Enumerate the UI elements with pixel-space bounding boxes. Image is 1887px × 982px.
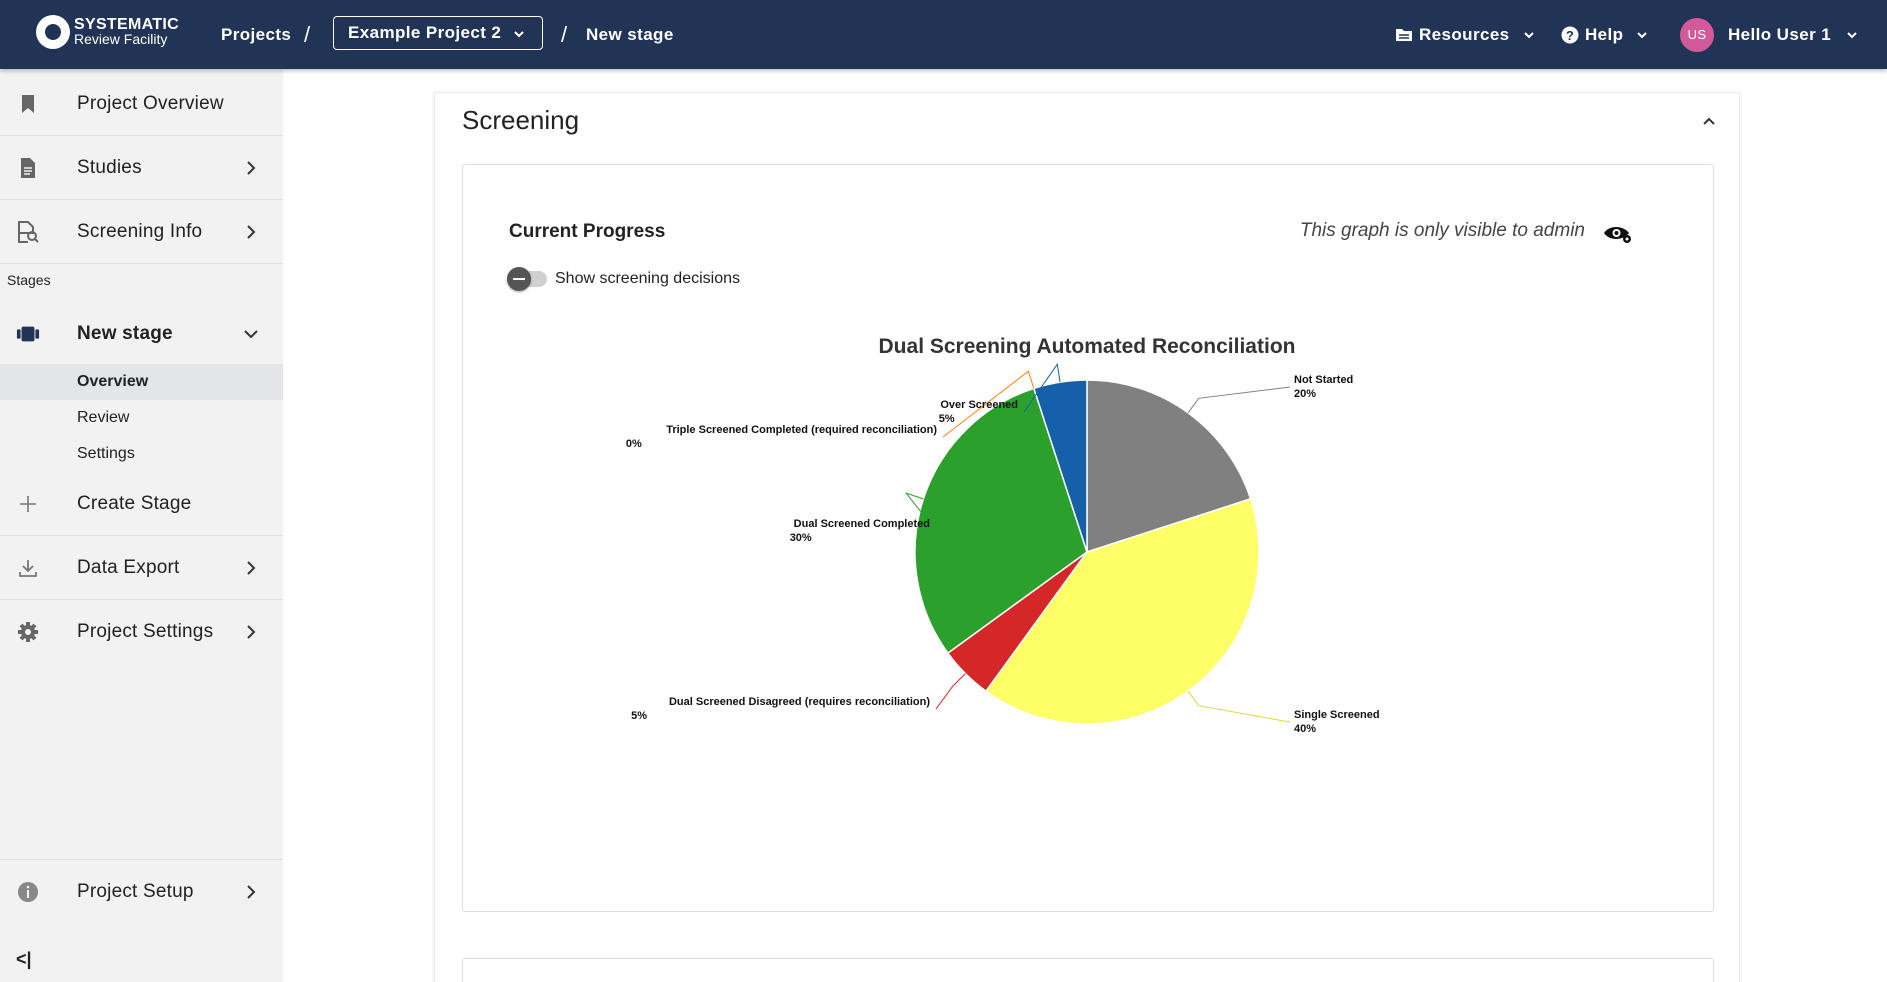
download-icon: [16, 556, 40, 580]
avatar: US: [1680, 17, 1714, 52]
sidebar-item-label: Project Setup: [77, 880, 194, 902]
chevron-down-icon: [1523, 31, 1534, 38]
sidebar-subitem-overview[interactable]: Overview: [0, 364, 283, 400]
chevron-right-icon: [247, 160, 256, 175]
slice-percent-label: 20%: [1294, 388, 1316, 400]
toggle-knob: [507, 267, 531, 291]
sidebar-item-label: Create Stage: [77, 492, 192, 514]
chart-title: Dual Screening Automated Reconciliation: [879, 335, 1296, 358]
document-icon: [16, 156, 40, 180]
sidebar-item-label: Project Overview: [77, 92, 224, 114]
sidebar-item-new-stage[interactable]: New stage: [0, 302, 283, 366]
chevron-down-icon: [1637, 31, 1648, 38]
sidebar: Project Overview Studies Screening Info …: [0, 69, 283, 982]
screening-card: Screening Current Progress This graph is…: [434, 92, 1740, 982]
slice-percent-label: 40%: [1294, 723, 1316, 735]
document-search-icon: [16, 220, 40, 244]
slice-percent-label: 0%: [626, 438, 642, 450]
slice-percent-label: 5%: [939, 413, 955, 425]
project-select-dropdown[interactable]: Example Project 2: [333, 16, 543, 50]
callout-line: [1187, 690, 1291, 723]
resources-label: Resources: [1419, 24, 1510, 44]
chevron-down-icon: [514, 31, 524, 38]
slice-label: Triple Screened Completed (required reco…: [666, 424, 937, 436]
sidebar-item-project-settings[interactable]: Project Settings: [0, 600, 283, 664]
pie-slices: [914, 379, 1260, 725]
sidebar-item-label: Screening Info: [77, 220, 203, 242]
breadcrumb-separator-2: /: [561, 21, 568, 47]
admin-visibility-note: This graph is only visible to admin: [1299, 220, 1585, 241]
logo-title: SYSTEMATIC: [74, 16, 179, 33]
chevron-down-icon: [1847, 31, 1857, 38]
progress-panel: Current Progress This graph is only visi…: [462, 164, 1714, 912]
section-title: Screening: [462, 105, 580, 135]
sidebar-item-label: Studies: [77, 156, 142, 178]
bookmark-icon: [16, 92, 40, 116]
sidebar-item-project-setup[interactable]: Project Setup: [0, 859, 283, 923]
slice-label: Single Screened: [1294, 709, 1380, 721]
slice-percent-label: 5%: [631, 710, 647, 722]
slice-label: Over Screened: [940, 399, 1018, 411]
chevron-down-icon: [244, 330, 258, 339]
user-greeting: Hello User 1: [1728, 24, 1832, 44]
sidebar-item-label: New stage: [77, 323, 173, 344]
gear-icon: [16, 620, 40, 644]
top-navigation-bar: SYSTEMATIC Review Facility Projects / Ex…: [0, 0, 1887, 69]
chevron-right-icon: [247, 560, 256, 575]
eye-settings-icon[interactable]: [1603, 223, 1633, 245]
logo-subtitle: Review Facility: [74, 31, 168, 47]
sidebar-item-label: Data Export: [77, 556, 180, 578]
help-icon: ?: [1561, 26, 1579, 43]
screening-decisions-toggle[interactable]: Show screening decisions: [507, 267, 740, 291]
slice-label: Dual Screened Disagreed (requires reconc…: [669, 696, 930, 708]
slice-label: Not Started: [1294, 374, 1353, 386]
breadcrumb-separator: /: [304, 21, 311, 47]
plus-icon: [16, 492, 40, 516]
chevron-right-icon: [247, 884, 256, 899]
info-icon: [16, 880, 40, 904]
slice-label: Dual Screened Completed: [794, 518, 930, 530]
sidebar-item-studies[interactable]: Studies: [0, 136, 283, 200]
stages-section-label: Stages: [7, 272, 51, 288]
toggle-label: Show screening decisions: [555, 270, 740, 287]
collapse-sidebar-button[interactable]: <|: [16, 949, 32, 970]
resources-menu[interactable]: Resources: [1395, 0, 1536, 69]
sidebar-subitem-review[interactable]: Review: [0, 400, 283, 436]
breadcrumb-stage: New stage: [586, 24, 674, 44]
sidebar-item-project-overview[interactable]: Project Overview: [0, 72, 283, 136]
stage-icon: [16, 322, 40, 346]
app-logo[interactable]: SYSTEMATIC Review Facility: [36, 15, 179, 49]
sidebar-item-data-export[interactable]: Data Export: [0, 536, 283, 600]
sidebar-item-label: Project Settings: [77, 621, 214, 642]
callout-line: [1187, 386, 1291, 414]
progress-title: Current Progress: [509, 221, 666, 242]
slice-percent-label: 30%: [790, 532, 812, 544]
help-menu[interactable]: ? Help: [1561, 0, 1649, 69]
sidebar-subitem-settings[interactable]: Settings: [0, 436, 283, 472]
logo-icon: [36, 15, 70, 49]
sidebar-item-create-stage[interactable]: Create Stage: [0, 472, 283, 536]
callout-line: [935, 673, 966, 710]
sidebar-item-screening-info[interactable]: Screening Info: [0, 200, 283, 264]
breadcrumb-projects[interactable]: Projects: [221, 0, 291, 69]
svg-text:?: ?: [1566, 28, 1574, 43]
project-select-value: Example Project 2: [348, 23, 502, 42]
user-menu[interactable]: US Hello User 1: [1680, 0, 1859, 69]
help-label: Help: [1585, 24, 1624, 44]
next-panel: [462, 958, 1714, 982]
chevron-up-icon[interactable]: [1700, 115, 1718, 127]
folder-icon: [1396, 28, 1412, 41]
chevron-right-icon: [247, 625, 256, 639]
toggle-switch[interactable]: [507, 267, 547, 291]
pie-chart: Dual Screening Automated Reconciliation …: [626, 335, 1380, 735]
chevron-right-icon: [247, 224, 256, 239]
